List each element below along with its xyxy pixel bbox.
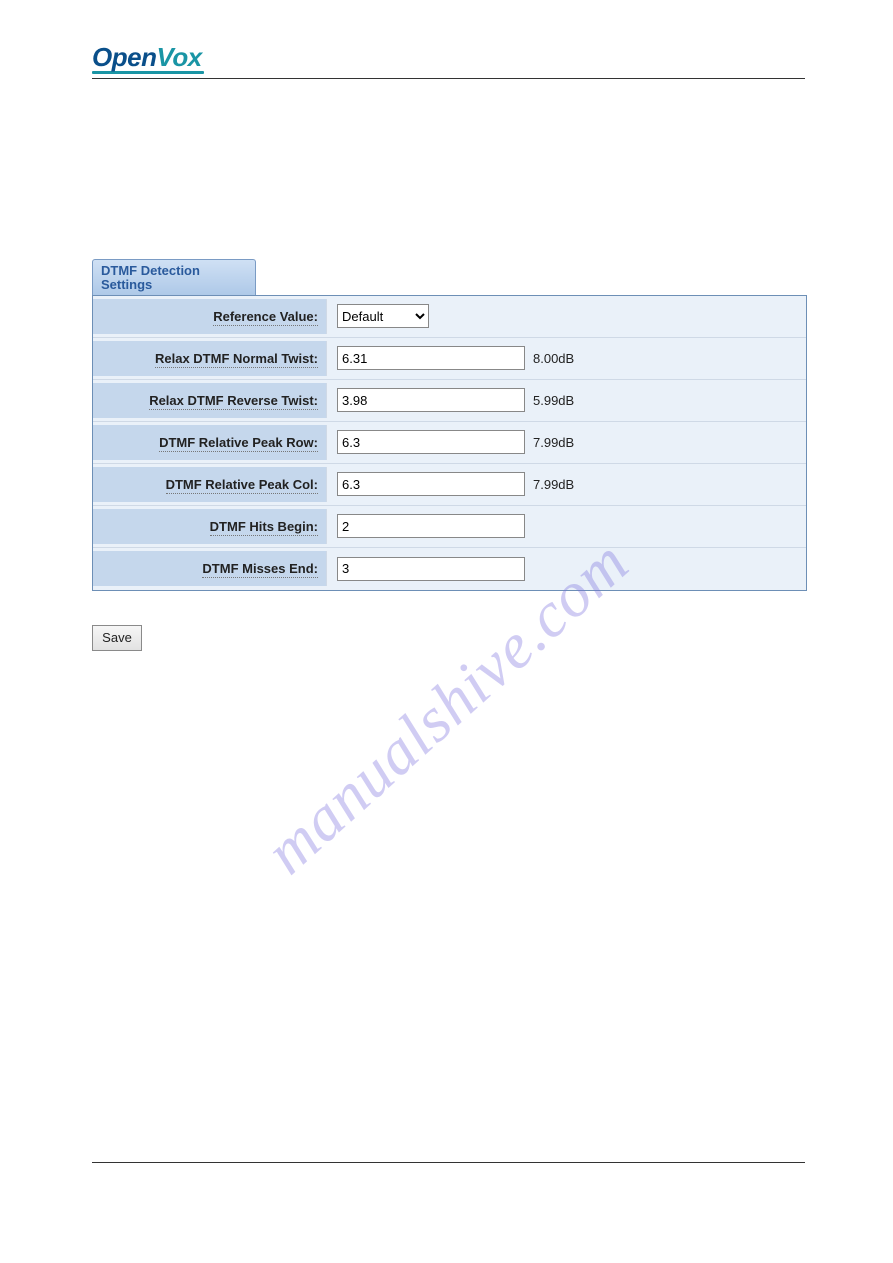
label-reference-value: Reference Value: — [93, 299, 327, 334]
relative-peak-row-input[interactable] — [337, 430, 525, 454]
logo-part-vox: Vox — [156, 42, 201, 72]
value-relative-peak-row: 7.99dB — [327, 424, 806, 460]
value-misses-end — [327, 551, 806, 587]
value-relative-peak-col: 7.99dB — [327, 466, 806, 502]
value-relax-reverse-twist: 5.99dB — [327, 382, 806, 418]
relative-peak-row-suffix: 7.99dB — [533, 435, 574, 450]
value-relax-normal-twist: 8.00dB — [327, 340, 806, 376]
relax-normal-twist-suffix: 8.00dB — [533, 351, 574, 366]
row-hits-begin: DTMF Hits Begin: — [93, 506, 806, 548]
relax-normal-twist-input[interactable] — [337, 346, 525, 370]
label-relative-peak-row: DTMF Relative Peak Row: — [93, 425, 327, 460]
row-misses-end: DTMF Misses End: — [93, 548, 806, 590]
value-hits-begin — [327, 508, 806, 544]
reference-value-select[interactable]: Default — [337, 304, 429, 328]
row-relative-peak-row: DTMF Relative Peak Row: 7.99dB — [93, 422, 806, 464]
header-rule: OpenVox — [92, 42, 805, 79]
relative-peak-col-suffix: 7.99dB — [533, 477, 574, 492]
tab-title: DTMF Detection Settings — [101, 263, 200, 292]
logo-part-open: Open — [92, 42, 156, 72]
logo: OpenVox — [92, 42, 805, 73]
hits-begin-input[interactable] — [337, 514, 525, 538]
row-reference-value: Reference Value: Default — [93, 296, 806, 338]
relax-reverse-twist-input[interactable] — [337, 388, 525, 412]
save-button[interactable]: Save — [92, 625, 142, 651]
label-misses-end: DTMF Misses End: — [93, 551, 327, 586]
settings-tab[interactable]: DTMF Detection Settings — [92, 259, 256, 295]
relative-peak-col-input[interactable] — [337, 472, 525, 496]
label-relax-normal-twist: Relax DTMF Normal Twist: — [93, 341, 327, 376]
row-relax-normal-twist: Relax DTMF Normal Twist: 8.00dB — [93, 338, 806, 380]
footer-rule — [92, 1162, 805, 1163]
value-reference-value: Default — [327, 298, 806, 334]
settings-panel: Reference Value: Default Relax DTMF Norm… — [92, 295, 807, 591]
misses-end-input[interactable] — [337, 557, 525, 581]
row-relative-peak-col: DTMF Relative Peak Col: 7.99dB — [93, 464, 806, 506]
label-hits-begin: DTMF Hits Begin: — [93, 509, 327, 544]
row-relax-reverse-twist: Relax DTMF Reverse Twist: 5.99dB — [93, 380, 806, 422]
label-relative-peak-col: DTMF Relative Peak Col: — [93, 467, 327, 502]
label-relax-reverse-twist: Relax DTMF Reverse Twist: — [93, 383, 327, 418]
relax-reverse-twist-suffix: 5.99dB — [533, 393, 574, 408]
